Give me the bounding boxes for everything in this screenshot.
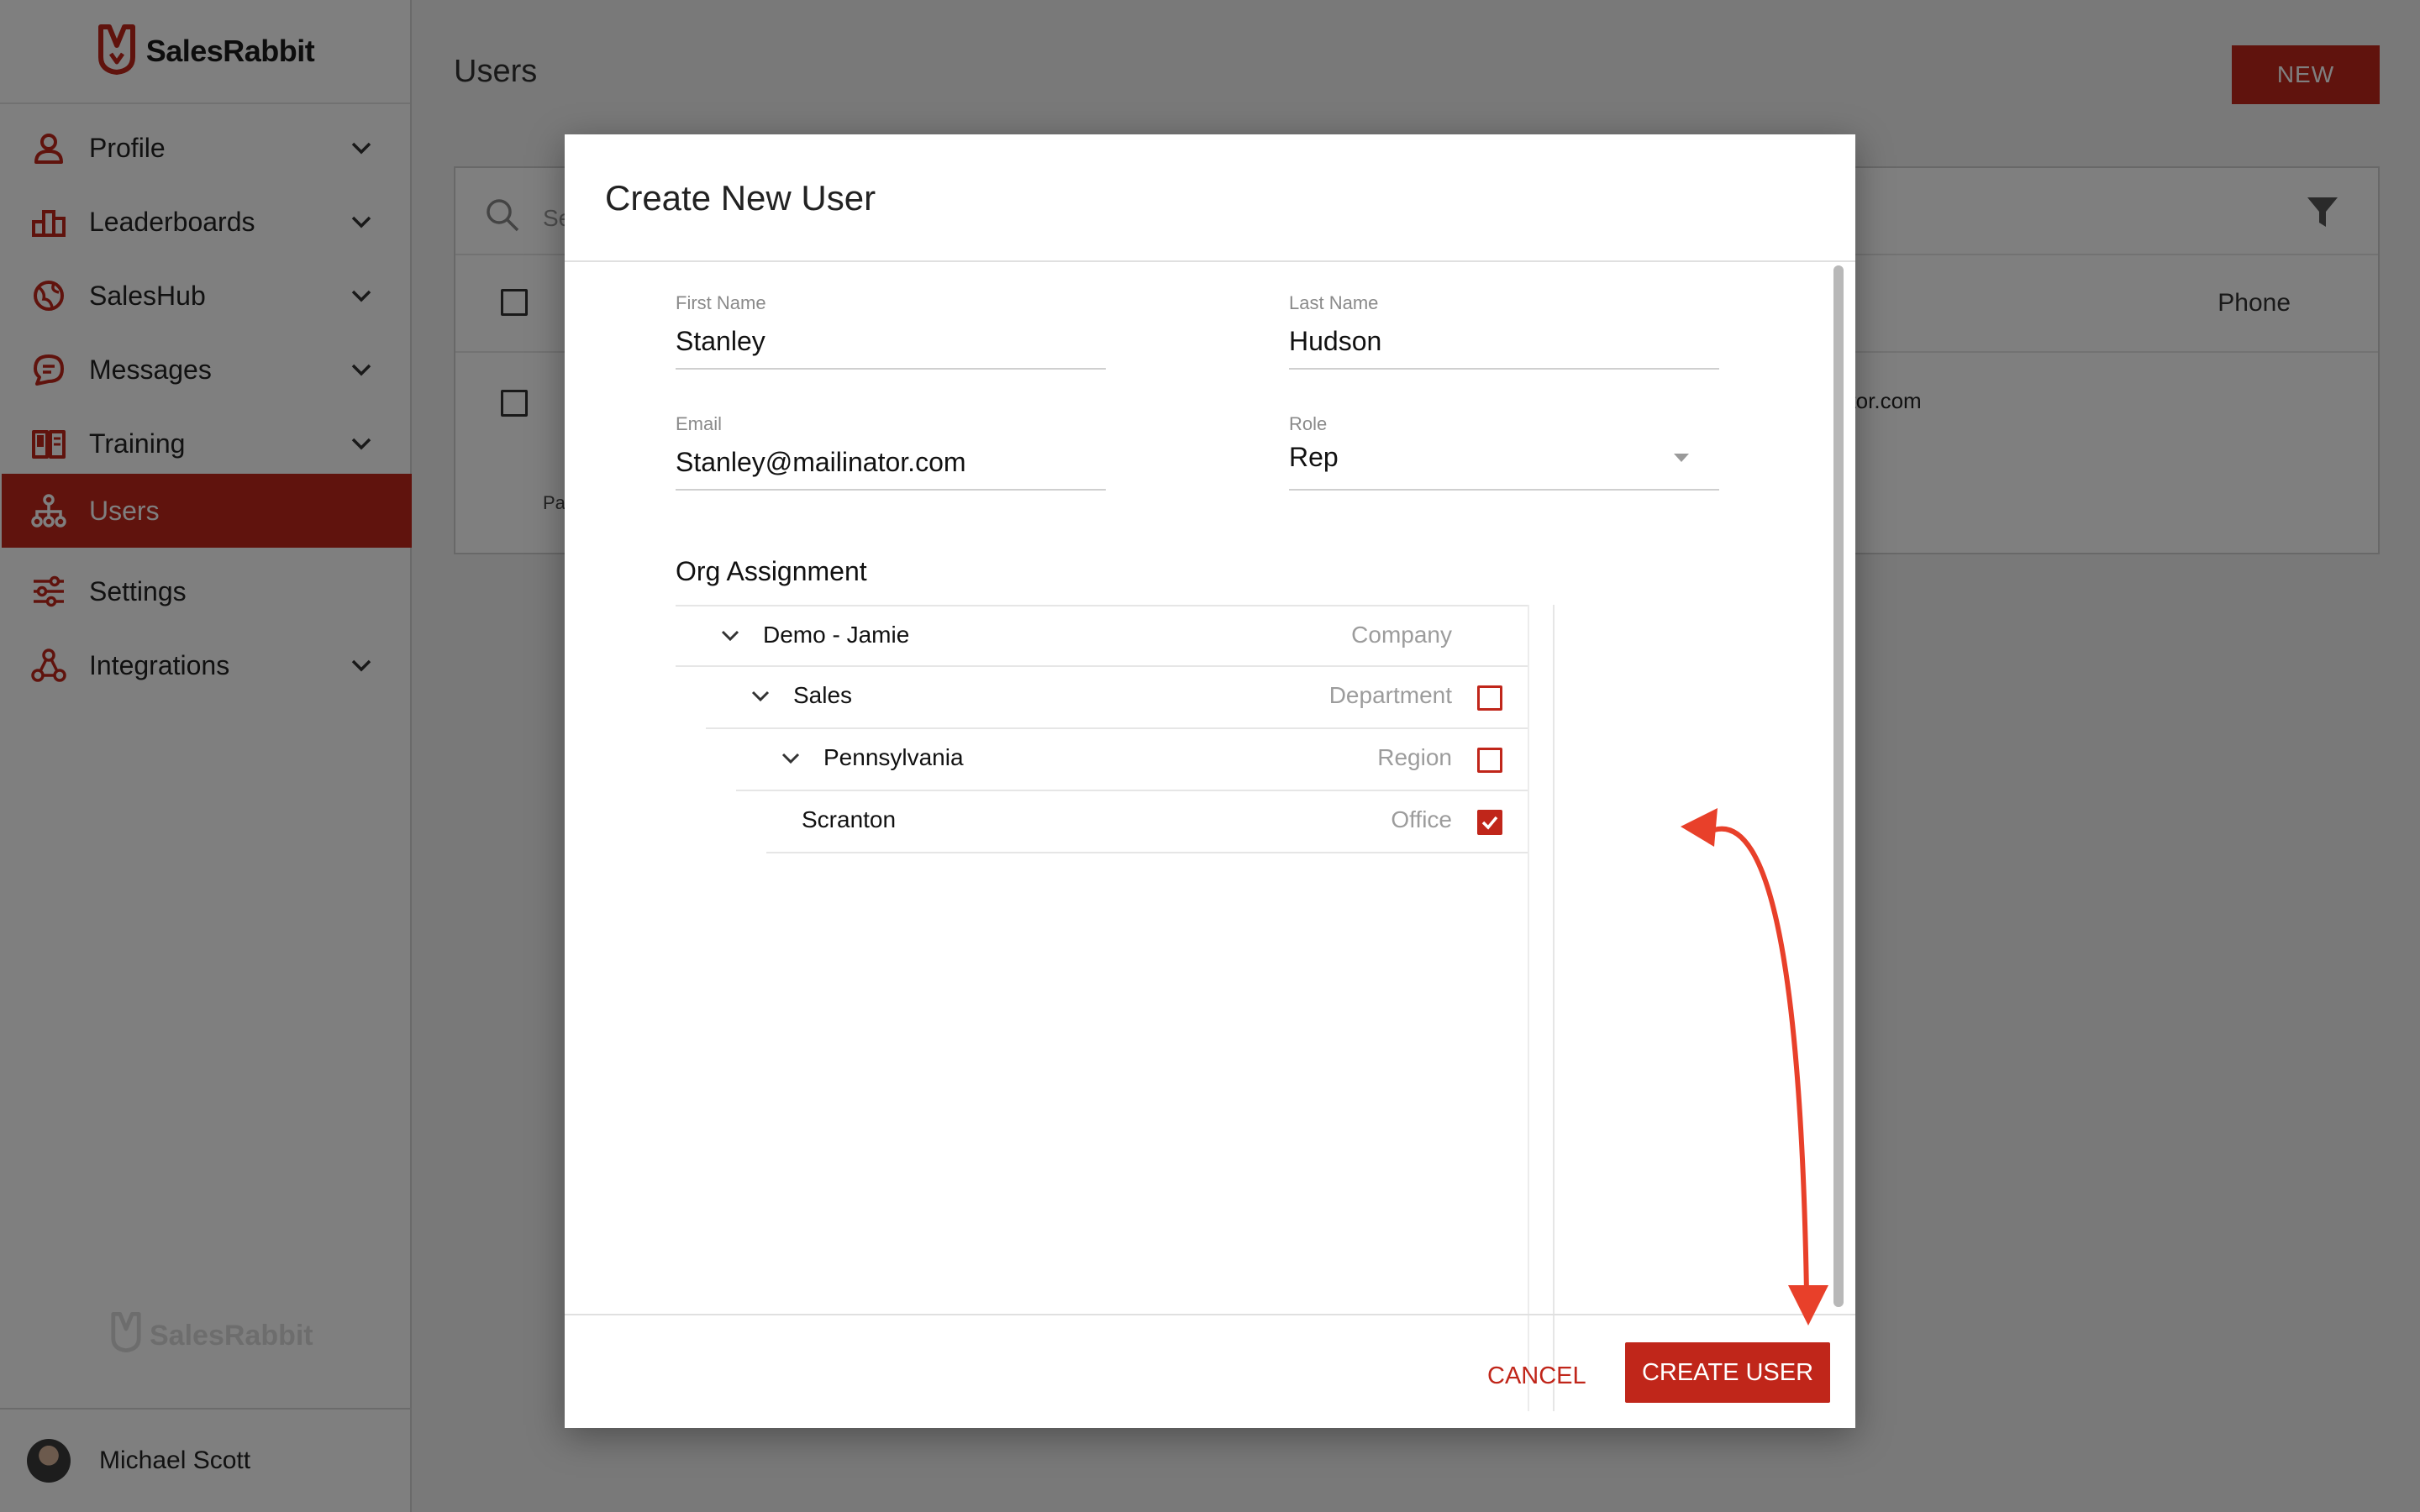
arrowhead-down bbox=[1788, 1285, 1828, 1326]
arrowhead-left bbox=[1681, 808, 1718, 847]
annotation-arrow bbox=[1681, 808, 1828, 1326]
